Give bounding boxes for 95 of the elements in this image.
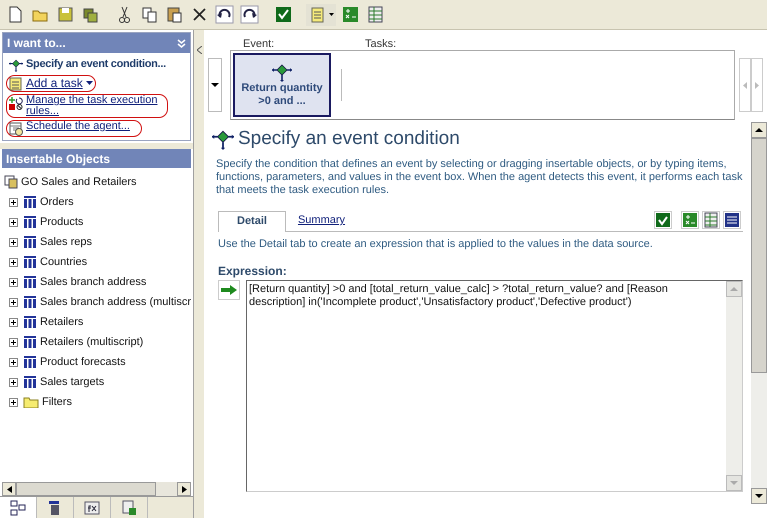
task-pane-item[interactable]: Manage the task execution rules... (6, 94, 168, 118)
tree-item[interactable]: Products (40, 214, 84, 230)
task-pane-title: I want to... (7, 35, 66, 52)
scroll-down-icon[interactable] (755, 494, 763, 498)
task-pane-item[interactable]: Specify an event condition... (6, 56, 187, 73)
task-pane-item[interactable]: Schedule the agent... (6, 120, 142, 137)
collapse-left-icon[interactable] (196, 46, 202, 54)
tree-item[interactable]: Sales branch address (multiscr (40, 294, 192, 310)
expand-node-icon[interactable] (9, 278, 18, 286)
dropdown-icon[interactable] (86, 81, 93, 85)
tree-item[interactable]: Sales reps (40, 234, 92, 250)
scroll-right-icon[interactable] (182, 486, 186, 492)
table-columns-icon (23, 316, 37, 328)
description: Specify the condition that defines an event by selecting or dragging insertable objects, or by typing items, functions, parameters, and values in the event box. When the agent detects this event, it performs each task that meets the task execution rules. (215, 158, 743, 196)
expression-box[interactable]: [Return quantity] >0 and [total_return_value_calc] > ?total_return_value? and [Reason description] in('Incomplete product','Unsatisfactory product','Defective product') (246, 280, 743, 492)
dropdown-icon[interactable] (211, 83, 219, 87)
collapse-icon[interactable] (177, 38, 186, 48)
dropdown-icon (328, 13, 334, 16)
copy-icon (140, 5, 158, 24)
tab[interactable]: Detail (218, 210, 286, 232)
expand-node-icon[interactable] (9, 398, 18, 406)
event-card[interactable]: Return quantity >0 and ... (233, 53, 331, 117)
expand-node-icon[interactable] (9, 218, 18, 226)
table-columns-icon (23, 336, 37, 348)
tab[interactable]: Summary (286, 210, 358, 230)
checkmark-icon (655, 212, 671, 228)
task-list-button[interactable] (306, 4, 336, 26)
folder-icon (23, 396, 39, 408)
table-columns-icon (23, 376, 37, 388)
tree-item[interactable]: Retailers (multiscript) (40, 334, 144, 350)
save-icon (56, 5, 74, 24)
table-columns-icon (23, 236, 37, 248)
table-icon (703, 212, 719, 228)
table-columns-icon (23, 276, 37, 288)
insert-button[interactable] (218, 280, 240, 300)
table-columns-icon (23, 296, 37, 308)
event-card-label: Return quantity >0 and ... (240, 82, 324, 108)
redo-icon (240, 5, 258, 24)
table-columns-icon (23, 196, 37, 208)
validate-button[interactable] (654, 210, 672, 228)
calculation-icon (682, 212, 698, 228)
undo-button[interactable] (213, 4, 235, 26)
expand-node-icon[interactable] (9, 318, 18, 326)
tree-item[interactable]: Filters (42, 394, 72, 410)
tree-item[interactable]: Retailers (40, 314, 84, 330)
table-columns-icon (23, 356, 37, 368)
tree-item[interactable]: Orders (40, 194, 74, 210)
list-button[interactable] (723, 210, 741, 228)
calculation-icon (340, 5, 360, 24)
vertical-scrollbar[interactable] (751, 122, 767, 504)
calendar-clock-icon (9, 122, 23, 136)
expand-node-icon[interactable] (9, 238, 18, 246)
calculation-button[interactable] (681, 210, 699, 228)
package-icon (4, 175, 18, 189)
horizontal-scrollbar[interactable] (2, 482, 191, 496)
task-pane-item[interactable]: Add a task (6, 75, 96, 92)
rules-icon (9, 96, 23, 110)
expand-node-icon[interactable] (9, 358, 18, 366)
scroll-left-icon[interactable] (6, 486, 12, 492)
arrow-right-icon (221, 285, 237, 295)
paste-icon (164, 5, 184, 24)
tree-item[interactable]: Countries (40, 254, 88, 270)
redo-button[interactable] (238, 4, 260, 26)
tree-item[interactable]: GO Sales and Retailers (21, 174, 137, 190)
tree-item[interactable]: Sales targets (40, 374, 104, 390)
event-diamond-icon (212, 128, 234, 150)
event-diamond-icon (272, 62, 292, 82)
tree-item[interactable]: Sales branch address (40, 274, 146, 290)
table-columns-icon (23, 216, 37, 228)
task-list-icon (9, 77, 23, 91)
table-columns-icon (23, 256, 37, 268)
expand-node-icon[interactable] (9, 338, 18, 346)
tree-item[interactable]: Product forecasts (40, 354, 126, 370)
parameters-icon (120, 498, 138, 516)
table-icon (366, 5, 384, 24)
undo-icon (214, 5, 234, 24)
list-icon (724, 212, 740, 228)
source-tree-icon (9, 498, 27, 516)
expand-node-icon[interactable] (9, 298, 18, 306)
event-diamond-icon (9, 58, 23, 72)
page-title: Specify an event condition (238, 127, 460, 151)
insertable-objects-title: Insertable Objects (6, 150, 110, 168)
panel-tab[interactable] (0, 497, 37, 518)
hint-text: Use the Detail tab to create an expression that is applied to the values in the data source. (218, 236, 654, 252)
scroll-up-icon[interactable] (755, 128, 763, 132)
function-icon (83, 498, 101, 516)
tasks-label: Tasks: (365, 37, 396, 50)
strip-dropdown[interactable] (208, 58, 222, 112)
event-label: Event: (243, 37, 276, 50)
expand-node-icon[interactable] (9, 258, 18, 266)
checkmark-icon (274, 5, 292, 24)
expression-label: Expression: (218, 263, 288, 280)
table-button[interactable] (702, 210, 720, 228)
expand-node-icon[interactable] (9, 378, 18, 386)
expand-node-icon[interactable] (9, 198, 18, 206)
